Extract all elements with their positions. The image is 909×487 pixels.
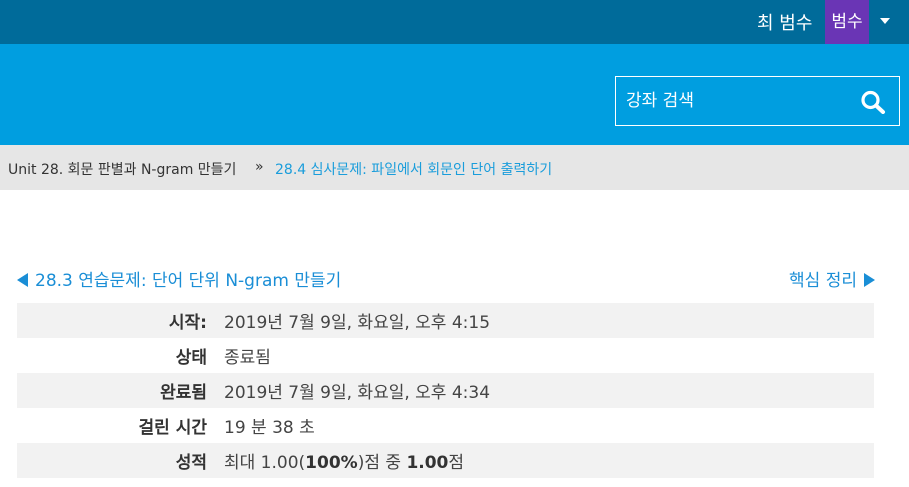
row-value: 종료됨 [224, 348, 271, 368]
row-value: 19 분 38 초 [224, 418, 315, 438]
row-value: 2019년 7월 9일, 화요일, 오후 4:34 [224, 383, 491, 403]
grade-text: )점 중 [357, 453, 407, 473]
grade-text: 점 [448, 453, 465, 473]
row-label: 시작: [168, 313, 207, 333]
next-activity-label: 핵심 정리 [789, 271, 857, 291]
row-label: 성적 [175, 453, 207, 473]
row-label: 완료됨 [160, 383, 207, 403]
avatar[interactable]: 범수 [825, 0, 869, 44]
row-label: 상태 [175, 348, 207, 368]
prev-activity-link[interactable]: 28.3 연습문제: 단어 단위 N-gram 만들기 [17, 266, 341, 291]
grade-value: 최대 1.00(100%)점 중 1.00점 [211, 448, 464, 473]
chevron-down-icon[interactable] [880, 18, 890, 24]
arrow-left-icon [17, 273, 28, 287]
user-name[interactable]: 최 범수 [757, 9, 812, 35]
top-navbar: 최 범수 범수 [0, 0, 909, 44]
breadcrumb-separator: » [255, 159, 264, 175]
grade-percent: 100% [305, 453, 358, 473]
breadcrumb-unit-link[interactable]: Unit 28. 회문 판별과 N-gram 만들기 [8, 159, 236, 179]
breadcrumb-current-link[interactable]: 28.4 심사문제: 파일에서 회문인 단어 출력하기 [275, 159, 552, 179]
course-search-input[interactable] [615, 76, 900, 126]
grade-score: 1.00 [406, 453, 449, 473]
prev-activity-label: 28.3 연습문제: 단어 단위 N-gram 만들기 [35, 271, 342, 291]
grade-text: 최대 1.00( [224, 453, 306, 473]
table-row: 시작: 2019년 7월 9일, 화요일, 오후 4:15 [17, 303, 874, 338]
next-activity-link[interactable]: 핵심 정리 [789, 266, 875, 291]
breadcrumb: Unit 28. 회문 판별과 N-gram 만들기 » 28.4 심사문제: … [0, 145, 909, 190]
quiz-summary-table: 시작: 2019년 7월 9일, 화요일, 오후 4:15 상태 종료됨 완료됨… [17, 303, 874, 478]
table-row: 상태 종료됨 [17, 338, 874, 373]
table-row: 걸린 시간 19 분 38 초 [17, 408, 874, 443]
table-row: 성적 최대 1.00(100%)점 중 1.00점 [17, 443, 874, 478]
table-row: 완료됨 2019년 7월 9일, 화요일, 오후 4:34 [17, 373, 874, 408]
row-label: 걸린 시간 [138, 418, 207, 438]
page-header-banner [0, 44, 909, 145]
row-value: 2019년 7월 9일, 화요일, 오후 4:15 [224, 313, 491, 333]
search-icon[interactable] [860, 90, 886, 114]
arrow-right-icon [864, 273, 875, 287]
